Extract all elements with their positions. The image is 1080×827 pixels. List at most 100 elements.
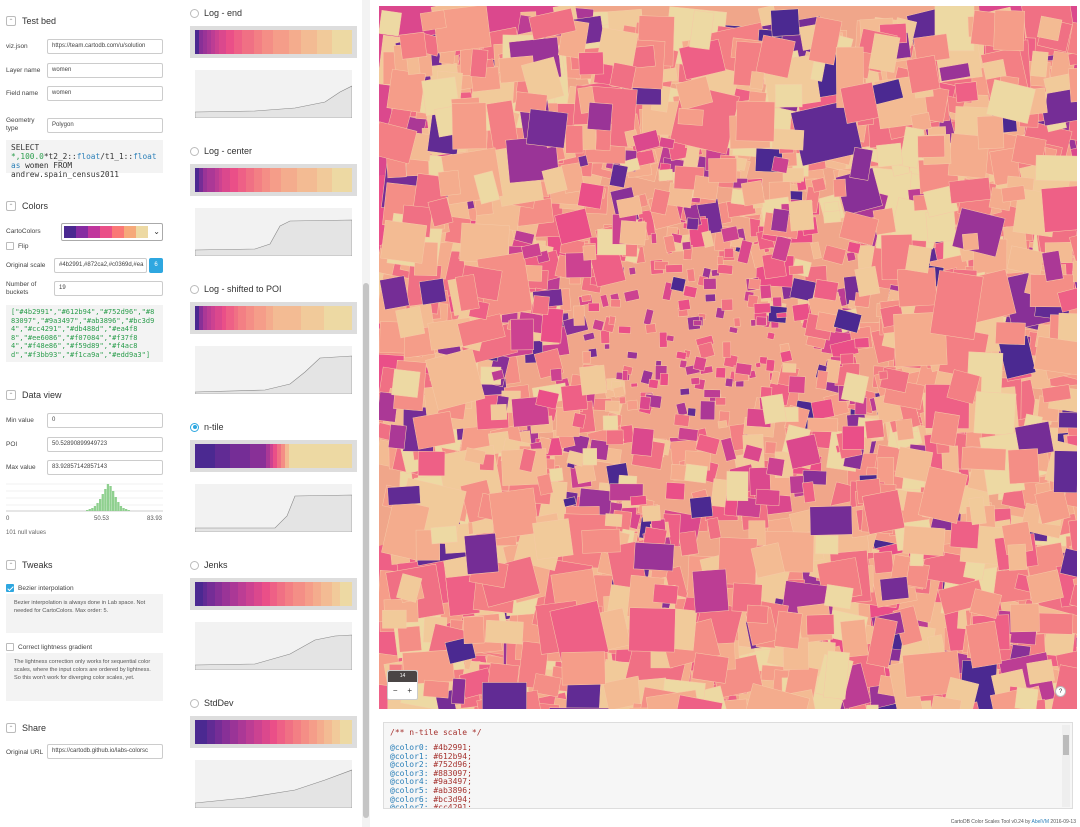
census-polygon[interactable] <box>622 370 629 381</box>
census-polygon[interactable] <box>666 334 675 342</box>
census-polygon[interactable] <box>861 489 906 535</box>
census-polygon[interactable] <box>717 256 724 265</box>
census-polygon[interactable] <box>905 562 930 589</box>
census-polygon[interactable] <box>648 378 659 389</box>
poi-input[interactable]: 50.52890899949723 <box>47 437 163 452</box>
zoom-out-button[interactable]: − <box>393 686 398 695</box>
census-polygon[interactable] <box>699 400 716 421</box>
census-polygon[interactable] <box>548 707 609 709</box>
census-polygon[interactable] <box>692 320 702 326</box>
census-polygon[interactable] <box>905 55 941 94</box>
census-polygon[interactable] <box>703 278 717 290</box>
census-polygon[interactable] <box>665 482 686 501</box>
choropleth-map[interactable] <box>379 6 1077 709</box>
census-polygon[interactable] <box>463 532 499 575</box>
census-polygon[interactable] <box>388 424 407 450</box>
scale-option-2[interactable]: Log - shifted to POI <box>190 284 282 294</box>
census-polygon[interactable] <box>391 368 421 398</box>
census-polygon[interactable] <box>574 462 597 484</box>
census-polygon[interactable] <box>896 267 938 308</box>
census-polygon[interactable] <box>417 451 446 477</box>
census-polygon[interactable] <box>770 8 801 37</box>
apply-scale-button[interactable]: 6 <box>149 258 163 273</box>
census-polygon[interactable] <box>673 413 690 427</box>
census-polygon[interactable] <box>722 341 732 358</box>
census-polygon[interactable] <box>776 312 788 319</box>
census-polygon[interactable] <box>779 350 793 363</box>
buckets-input[interactable]: 19 <box>54 281 163 296</box>
census-polygon[interactable] <box>692 356 708 372</box>
census-polygon[interactable] <box>785 433 822 470</box>
census-polygon[interactable] <box>774 610 803 650</box>
census-polygon[interactable] <box>582 244 597 261</box>
census-polygon[interactable] <box>675 402 688 417</box>
checkbox-icon[interactable] <box>6 643 14 651</box>
collapse-icon[interactable]: ⌃ <box>6 16 16 26</box>
census-polygon[interactable] <box>876 142 904 168</box>
census-polygon[interactable] <box>822 244 847 266</box>
census-polygon[interactable] <box>380 219 428 264</box>
census-polygon[interactable] <box>717 420 728 429</box>
census-polygon[interactable] <box>686 268 696 283</box>
scale-output[interactable]: ["#4b2991","#612b94","#752d96","#883097"… <box>6 305 163 362</box>
census-polygon[interactable] <box>1007 448 1040 485</box>
census-polygon[interactable] <box>733 317 741 327</box>
census-polygon[interactable] <box>604 513 623 527</box>
census-polygon[interactable] <box>721 298 734 311</box>
scale-ramp[interactable] <box>190 440 357 472</box>
scale-option-3[interactable]: n-tile <box>190 422 224 432</box>
census-polygon[interactable] <box>962 232 980 251</box>
collapse-icon[interactable]: ⌃ <box>6 390 16 400</box>
census-polygon[interactable] <box>561 651 606 686</box>
census-polygon[interactable] <box>750 319 756 327</box>
census-polygon[interactable] <box>717 263 734 275</box>
census-polygon[interactable] <box>764 441 777 455</box>
census-polygon[interactable] <box>571 412 587 429</box>
census-polygon[interactable] <box>976 115 1005 150</box>
census-polygon[interactable] <box>1009 603 1040 633</box>
layer-name-input[interactable]: women <box>47 63 163 78</box>
census-polygon[interactable] <box>659 331 668 348</box>
census-polygon[interactable] <box>670 276 687 293</box>
radio-icon[interactable] <box>190 560 199 570</box>
census-polygon[interactable] <box>789 475 805 494</box>
census-polygon[interactable] <box>599 294 610 308</box>
census-polygon[interactable] <box>600 329 610 344</box>
census-polygon[interactable] <box>755 488 781 507</box>
census-polygon[interactable] <box>995 321 1026 346</box>
census-polygon[interactable] <box>379 10 402 37</box>
cartocss-output[interactable]: /** n-tile scale */ @color0: #4b2991; @co… <box>383 722 1073 809</box>
scale-option-4[interactable]: Jenks <box>190 560 228 570</box>
census-polygon[interactable] <box>740 180 766 207</box>
code-scrollbar[interactable] <box>1062 725 1070 807</box>
radio-icon[interactable] <box>190 698 199 708</box>
scale-ramp[interactable] <box>190 164 357 196</box>
tweaks-header[interactable]: ⌃ Tweaks <box>6 560 53 570</box>
census-polygon[interactable] <box>760 393 787 425</box>
census-polygon[interactable] <box>749 71 765 90</box>
census-polygon[interactable] <box>604 343 610 350</box>
census-polygon[interactable] <box>840 619 869 658</box>
census-polygon[interactable] <box>823 584 854 610</box>
census-polygon[interactable] <box>659 372 669 386</box>
census-polygon[interactable] <box>807 417 839 433</box>
census-polygon[interactable] <box>602 415 619 431</box>
census-polygon[interactable] <box>879 576 910 602</box>
census-polygon[interactable] <box>684 463 708 484</box>
vizjson-input[interactable]: https://team.cartodb.com/u/solution <box>47 39 163 54</box>
census-polygon[interactable] <box>788 375 806 394</box>
census-polygon[interactable] <box>629 495 647 506</box>
census-polygon[interactable] <box>720 225 740 243</box>
collapse-icon[interactable]: ⌃ <box>6 560 16 570</box>
census-polygon[interactable] <box>463 616 485 644</box>
census-polygon[interactable] <box>724 377 734 388</box>
census-polygon[interactable] <box>687 407 697 417</box>
census-polygon[interactable] <box>609 62 637 90</box>
census-polygon[interactable] <box>437 169 461 197</box>
census-polygon[interactable] <box>692 568 730 614</box>
census-polygon[interactable] <box>681 241 692 251</box>
census-polygon[interactable] <box>815 370 829 390</box>
census-polygon[interactable] <box>412 410 456 450</box>
census-polygon[interactable] <box>677 427 699 442</box>
author-link[interactable]: AbelVM <box>1032 819 1050 825</box>
